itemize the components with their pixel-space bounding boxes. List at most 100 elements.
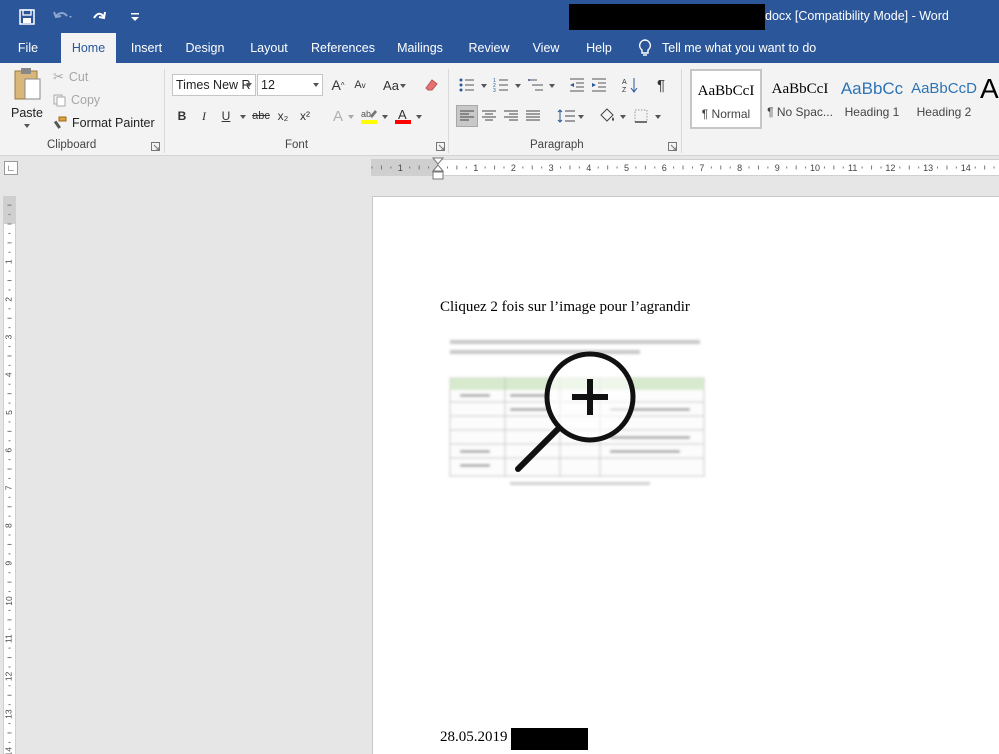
style-title[interactable]: A [980, 69, 999, 129]
numbering-dropdown-icon[interactable] [515, 84, 521, 88]
chevron-down-icon [246, 83, 252, 87]
cut-button[interactable]: ✂ Cut [53, 67, 88, 87]
bullets-dropdown-icon[interactable] [481, 84, 487, 88]
tab-view[interactable]: View [526, 33, 566, 63]
underline-button[interactable]: U [215, 105, 237, 127]
tab-mailings[interactable]: Mailings [390, 33, 450, 63]
style-normal[interactable]: AaBbCcI ¶ Normal [690, 69, 762, 129]
window-title: docx [Compatibility Mode] - Word [765, 9, 949, 23]
clipboard-launcher-icon[interactable] [151, 142, 160, 151]
strikethrough-button[interactable]: abc [250, 105, 272, 127]
decrease-indent-button[interactable] [566, 74, 588, 96]
tab-layout[interactable]: Layout [243, 33, 295, 63]
format-painter-label: Format Painter [72, 116, 155, 130]
redacted-text [511, 728, 588, 750]
borders-dropdown-icon[interactable] [655, 115, 661, 119]
tell-me-search[interactable]: Tell me what you want to do [638, 33, 816, 63]
copy-icon [53, 94, 66, 106]
ruler-number: 7 [4, 485, 14, 490]
font-color-dropdown-icon[interactable] [416, 115, 422, 119]
sort-button[interactable]: AZ [619, 74, 641, 96]
tab-selector-icon[interactable]: ∟ [4, 161, 18, 175]
increase-indent-button[interactable] [588, 74, 610, 96]
grow-font-button[interactable]: A ^ [327, 74, 349, 96]
line-spacing-dropdown-icon[interactable] [578, 115, 584, 119]
redo-icon[interactable] [88, 6, 110, 28]
style-heading-2[interactable]: AaBbCcD Heading 2 [908, 69, 980, 129]
text-effects-icon: A [332, 107, 343, 125]
ruler-number: 1 [398, 163, 403, 173]
clipboard-icon [14, 68, 41, 100]
font-color-button[interactable]: A [392, 105, 414, 127]
bullets-button[interactable] [456, 74, 478, 96]
underline-icon: U [221, 109, 231, 123]
borders-button[interactable] [630, 105, 652, 127]
tell-me-label: Tell me what you want to do [662, 41, 817, 55]
indent-markers-icon[interactable] [432, 157, 444, 181]
highlight-dropdown-icon[interactable] [382, 115, 388, 119]
style-no-spacing[interactable]: AaBbCcI ¶ No Spac... [764, 69, 836, 129]
underline-dropdown-icon[interactable] [240, 115, 246, 119]
multilevel-list-dropdown-icon[interactable] [549, 84, 555, 88]
copy-button[interactable]: Copy [53, 90, 100, 110]
customize-toolbar-icon[interactable] [124, 6, 146, 28]
paragraph-launcher-icon[interactable] [668, 142, 677, 151]
ruler-number: 14 [961, 163, 971, 173]
bold-button[interactable]: B [171, 105, 193, 127]
text-effects-button[interactable]: A [327, 105, 349, 127]
save-icon[interactable] [16, 6, 38, 28]
paste-dropdown-icon[interactable] [24, 124, 30, 128]
tab-help[interactable]: Help [580, 33, 618, 63]
align-left-button[interactable] [456, 105, 478, 127]
align-right-button[interactable] [500, 105, 522, 127]
superscript-button[interactable]: x² [294, 105, 316, 127]
style-label: ¶ Normal [701, 107, 751, 121]
document-page[interactable]: Cliquez 2 fois sur l’image pour l’agrand… [372, 196, 999, 754]
tab-design[interactable]: Design [180, 33, 230, 63]
horizontal-ruler[interactable]: 1 1 2 3 4 5 6 7 8 9 10 11 12 13 14 [371, 159, 999, 176]
shading-dropdown-icon[interactable] [620, 115, 626, 119]
text-effects-dropdown-icon[interactable] [348, 115, 354, 119]
tab-insert[interactable]: Insert [124, 33, 169, 63]
tab-review[interactable]: Review [463, 33, 515, 63]
shading-button[interactable] [596, 105, 618, 127]
ribbon-tabs: File Home Insert Design Layout Reference… [0, 33, 999, 63]
vertical-ruler[interactable]: 1 2 3 4 5 6 7 8 9 10 11 12 13 14 [3, 196, 16, 754]
align-right-icon [504, 110, 518, 121]
change-case-dropdown-icon[interactable] [400, 84, 406, 88]
line-spacing-button[interactable] [555, 105, 577, 127]
ruler-number: 13 [923, 163, 933, 173]
tab-references[interactable]: References [307, 33, 379, 63]
italic-button[interactable]: I [193, 105, 215, 127]
font-size-combo[interactable]: 12 [257, 74, 323, 96]
highlight-button[interactable]: ab [358, 105, 380, 127]
ruler-number: 12 [4, 671, 14, 681]
style-heading-1[interactable]: AaBbCc Heading 1 [836, 69, 908, 129]
ruler-number: 1 [4, 259, 14, 264]
ruler-number: 9 [775, 163, 780, 173]
redacted-filename [569, 4, 765, 30]
multilevel-list-button[interactable] [525, 74, 547, 96]
strikethrough-icon: abc [252, 110, 270, 122]
tab-file[interactable]: File [8, 33, 48, 63]
subscript-button[interactable]: x₂ [272, 105, 294, 127]
style-sample: AaBbCcI [771, 81, 829, 97]
tab-home[interactable]: Home [61, 33, 116, 63]
italic-icon: I [202, 108, 206, 123]
highlighter-icon: ab [361, 109, 377, 124]
justify-button[interactable] [522, 105, 544, 127]
svg-text:3: 3 [493, 88, 496, 92]
show-formatting-button[interactable]: ¶ [650, 74, 672, 96]
format-painter-button[interactable]: Format Painter [53, 113, 155, 133]
clear-formatting-button[interactable] [420, 74, 442, 96]
font-launcher-icon[interactable] [436, 142, 445, 151]
align-center-button[interactable] [478, 105, 500, 127]
ruler-number: 5 [4, 410, 14, 415]
ruler-number: 13 [4, 709, 14, 719]
blurred-table-image[interactable] [440, 334, 708, 494]
numbering-button[interactable]: 123 [490, 74, 512, 96]
shrink-font-button[interactable]: Av [349, 74, 371, 96]
undo-icon[interactable] [52, 6, 74, 28]
paste-button[interactable]: Paste [8, 67, 46, 137]
font-name-combo[interactable]: Times New R [172, 74, 256, 96]
